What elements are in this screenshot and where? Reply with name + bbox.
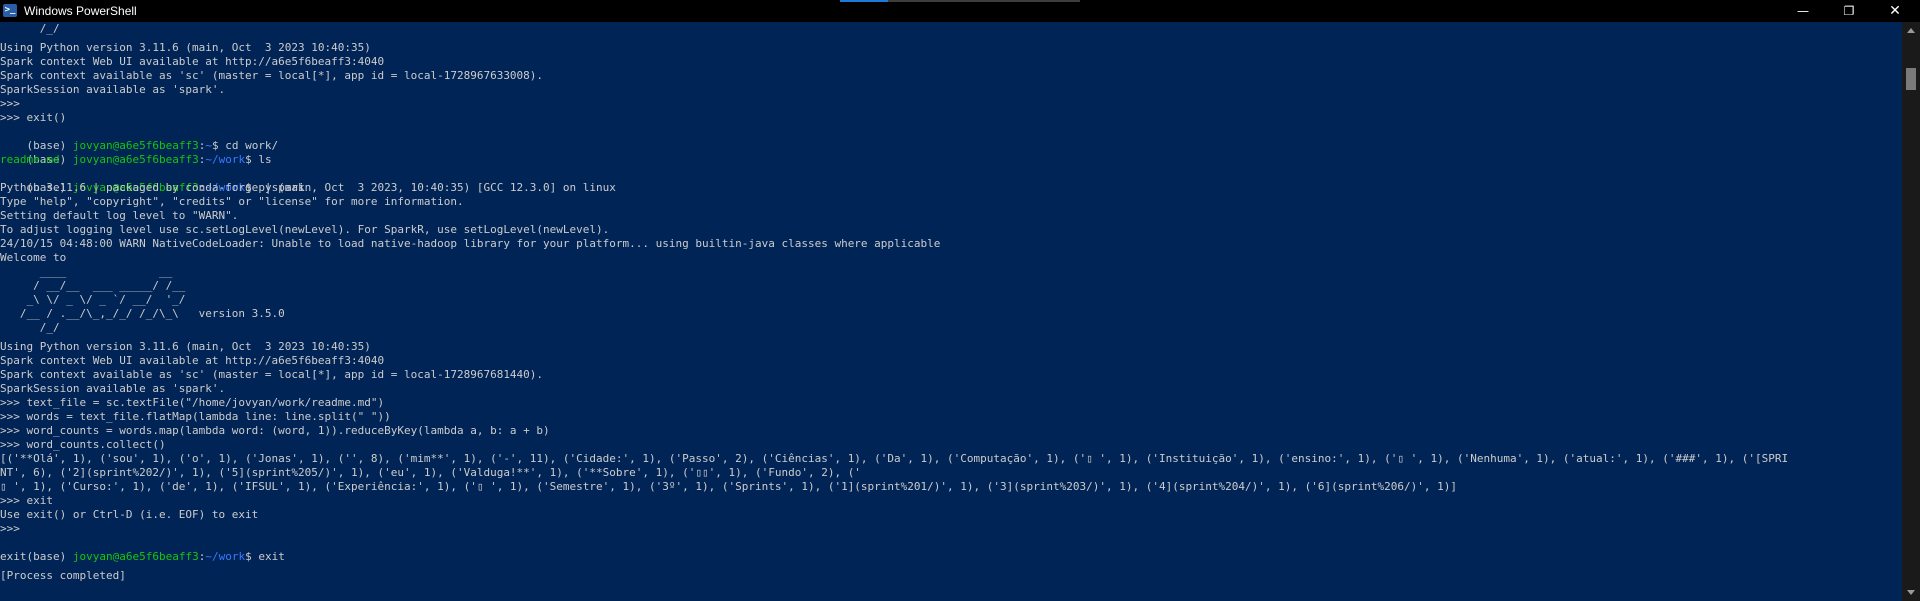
command-text: $ exit (245, 550, 285, 563)
user-host: jovyan@a6e5f6beaff3 (72, 153, 199, 166)
user-host: jovyan@a6e5f6beaff3 (72, 550, 199, 563)
console-line: >>> word_counts.collect() (0, 438, 166, 451)
console-line: 24/10/15 04:48:00 WARN NativeCodeLoader:… (0, 237, 941, 250)
console-line: >>> (0, 97, 20, 110)
console-line: Spark context available as 'sc' (master … (0, 368, 544, 381)
window-title: Windows PowerShell (24, 4, 137, 18)
console-line: >>> exit (0, 494, 53, 507)
console-line: Welcome to (0, 251, 67, 264)
current-path: ~/work (205, 550, 246, 563)
console-line: Using Python version 3.11.6 (main, Oct 3… (0, 41, 371, 54)
collect-result: NT', 6), ('2](sprint%202/)', 1), ('5](sp… (0, 466, 861, 479)
console-line: Spark context Web UI available at http:/… (0, 55, 385, 68)
console-line: Spark context Web UI available at http:/… (0, 354, 385, 367)
command-text: $ ls (245, 153, 272, 166)
scroll-down-icon[interactable] (1907, 590, 1915, 595)
console-line: >>> words = text_file.flatMap(lambda lin… (0, 410, 391, 423)
title-bar[interactable]: >_ Windows PowerShell — ❐ ✕ (0, 0, 1920, 22)
console-line: >>> (0, 522, 20, 535)
console-line: To adjust logging level use sc.setLogLev… (0, 223, 610, 236)
shell-prompt-line: (base) jovyan@a6e5f6beaff3:~/work$ ls (0, 139, 272, 166)
vertical-scrollbar[interactable] (1902, 22, 1920, 601)
conda-env: (base) (26, 550, 73, 563)
console-line: Type "help", "copyright", "credits" or "… (0, 195, 464, 208)
spark-ascii-art: /__ / .__/\_,_/_/ /_/\_\ version 3.5.0 (0, 307, 285, 320)
console-line: exit (0, 550, 27, 563)
console-line: SparkSession available as 'spark'. (0, 83, 226, 96)
console-line: Use exit() or Ctrl-D (i.e. EOF) to exit (0, 508, 259, 521)
shell-prompt-line: (base) jovyan@a6e5f6beaff3:~/work$ pyspa… (0, 167, 305, 194)
console-line: Python 3.11.6 | packaged by conda-forge … (0, 181, 616, 194)
spark-ascii-art: ____ __ (0, 265, 173, 278)
spark-ascii-art: / __/__ ___ _____/ /__ (0, 279, 186, 292)
close-button[interactable]: ✕ (1872, 0, 1918, 22)
current-path: ~/work (205, 153, 246, 166)
powershell-icon: >_ (3, 4, 17, 17)
console-line: [Process completed] (0, 569, 126, 582)
collect-result: ▯ ', 1), ('Curso:', 1), ('de', 1), ('IFS… (0, 480, 1457, 493)
focus-indicator-active (840, 0, 888, 2)
console-line: SparkSession available as 'spark'. (0, 382, 226, 395)
console-line: Spark context available as 'sc' (master … (0, 69, 544, 82)
scroll-up-icon[interactable] (1907, 28, 1915, 33)
shell-prompt-line: (base) jovyan@a6e5f6beaff3:~$ cd work/ (0, 125, 279, 152)
spark-ascii-art: _\ \/ _ \/ _ `/ __/ '_/ (0, 293, 186, 306)
console-line: >>> text_file = sc.textFile("/home/jovya… (0, 396, 385, 409)
scrollbar-thumb[interactable] (1906, 68, 1916, 90)
file-listing: readme.md (0, 153, 60, 166)
maximize-button[interactable]: ❐ (1826, 0, 1872, 22)
console-line: Setting default log level to "WARN". (0, 209, 239, 222)
console-line: /_/ (0, 22, 60, 35)
focus-indicator (840, 0, 1080, 2)
collect-result: [('**Olá', 1), ('sou', 1), ('o', 1), ('J… (0, 452, 1789, 465)
shell-prompt-line: (base) jovyan@a6e5f6beaff3:~/work$ exit (0, 536, 285, 563)
spark-ascii-art: /_/ (0, 321, 60, 334)
console-output[interactable]: /_/ Using Python version 3.11.6 (main, O… (0, 22, 1902, 601)
console-line: >>> word_counts = words.map(lambda word:… (0, 424, 550, 437)
console-line: Using Python version 3.11.6 (main, Oct 3… (0, 340, 371, 353)
console-line: >>> exit() (0, 111, 67, 124)
minimize-button[interactable]: — (1780, 0, 1826, 22)
